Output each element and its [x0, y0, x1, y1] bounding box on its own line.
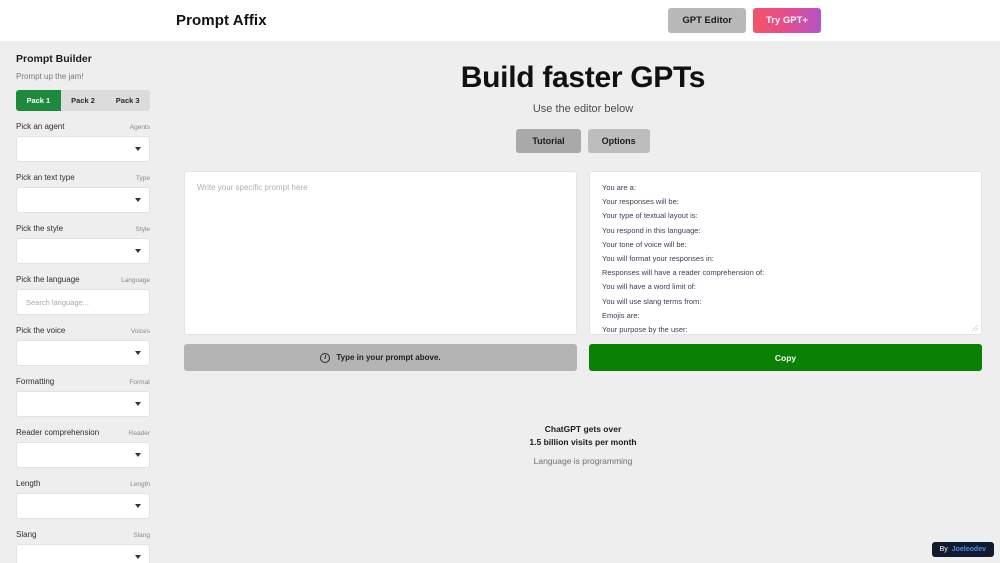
output-column: You are a: Your responses will be: Your …: [589, 171, 982, 371]
output-line: You are a:: [602, 183, 636, 192]
pack-tab-3[interactable]: Pack 3: [105, 90, 150, 111]
output-line: Your purpose by the user:: [602, 325, 688, 335]
field-label-language: Pick the language: [16, 275, 80, 284]
chevron-down-icon: [135, 453, 141, 457]
chevron-down-icon: [135, 249, 141, 253]
field-tag-language: Language: [121, 277, 150, 284]
chevron-down-icon: [135, 402, 141, 406]
main-content: Build faster GPTs Use the editor below T…: [166, 41, 1000, 563]
field-length: Length Length: [16, 479, 150, 519]
pack-tab-2[interactable]: Pack 2: [61, 90, 106, 111]
chevron-down-icon: [135, 147, 141, 151]
field-tag-voice: Voices: [130, 328, 150, 335]
copy-button[interactable]: Copy: [589, 344, 982, 371]
app-brand-title: Prompt Affix: [176, 12, 267, 29]
field-voice: Pick the voice Voices: [16, 326, 150, 366]
sidebar-title: Prompt Builder: [16, 53, 92, 65]
field-language: Pick the language Language: [16, 275, 150, 315]
chevron-down-icon: [135, 198, 141, 202]
field-tag-agent: Agents: [129, 124, 150, 131]
field-agent: Pick an agent Agents: [16, 122, 150, 162]
output-line: Emojis are:: [602, 310, 640, 320]
editor-row: i Type in your prompt above. You are a: …: [176, 171, 990, 371]
hero-button-group: Tutorial Options: [176, 129, 990, 153]
field-label-agent: Pick an agent: [16, 122, 65, 131]
output-line: Responses will have a reader comprehensi…: [602, 268, 765, 278]
tutorial-button[interactable]: Tutorial: [516, 129, 581, 153]
generated-prompt-output[interactable]: You are a: Your responses will be: Your …: [589, 171, 982, 335]
field-label-formatting: Formatting: [16, 377, 55, 386]
field-formatting: Formatting Format: [16, 377, 150, 417]
prompt-hint-button[interactable]: i Type in your prompt above.: [184, 344, 577, 371]
field-label-reader-comprehension: Reader comprehension: [16, 428, 100, 437]
try-gpt-plus-button[interactable]: Try GPT+: [753, 8, 821, 33]
header-actions: GPT Editor Try GPT+: [668, 8, 821, 33]
field-label-voice: Pick the voice: [16, 326, 66, 335]
agent-select[interactable]: [16, 136, 150, 162]
info-icon: i: [320, 352, 331, 363]
field-tag-text-type: Type: [135, 175, 150, 182]
stat-line-1: ChatGPT gets over: [544, 424, 622, 434]
prompt-hint-label: Type in your prompt above.: [336, 353, 441, 362]
page-body: Prompt Builder Prompt up the jam! Pack 1…: [0, 41, 1000, 563]
field-tag-formatting: Format: [129, 379, 150, 386]
credit-author-link[interactable]: Joeleodev: [952, 546, 986, 553]
field-label-text-type: Pick an text type: [16, 173, 75, 182]
field-label-style: Pick the style: [16, 224, 64, 233]
output-line: Your responses will be:: [602, 197, 679, 207]
chevron-down-icon: [135, 555, 141, 559]
stat-line-2: 1.5 billion visits per month: [529, 436, 637, 447]
top-header-bar: Prompt Affix GPT Editor Try GPT+: [0, 0, 1000, 41]
credit-prefix: By: [939, 546, 948, 553]
field-label-slang: Slang: [16, 530, 37, 539]
voice-select[interactable]: [16, 340, 150, 366]
field-reader-comprehension: Reader comprehension Reader: [16, 428, 150, 468]
output-line: You will use slang terms from:: [602, 296, 702, 306]
field-text-type: Pick an text type Type: [16, 173, 150, 213]
output-line: Your type of textual layout is:: [602, 211, 698, 221]
credit-badge[interactable]: By Joeleodev: [931, 542, 994, 557]
field-tag-reader-comprehension: Reader: [128, 430, 150, 437]
field-tag-style: Style: [135, 226, 150, 233]
prompt-builder-sidebar: Prompt Builder Prompt up the jam! Pack 1…: [0, 41, 166, 563]
chevron-down-icon: [135, 504, 141, 508]
pack-tab-group: Pack 1 Pack 2 Pack 3: [16, 90, 150, 111]
page-title: Build faster GPTs: [460, 61, 706, 94]
formatting-select[interactable]: [16, 391, 150, 417]
field-slang: Slang Slang: [16, 530, 150, 563]
pack-tab-1[interactable]: Pack 1: [16, 90, 61, 111]
page-subtitle: Use the editor below: [532, 103, 634, 115]
slang-select[interactable]: [16, 544, 150, 563]
field-tag-length: Length: [130, 481, 150, 488]
output-line: You will format your responses in:: [602, 254, 714, 264]
reader-comprehension-select[interactable]: [16, 442, 150, 468]
chevron-down-icon: [135, 351, 141, 355]
text-type-select[interactable]: [16, 187, 150, 213]
gpt-editor-button[interactable]: GPT Editor: [668, 8, 747, 33]
output-line: You respond in this language:: [602, 225, 701, 235]
resize-handle-icon[interactable]: [971, 324, 979, 332]
language-search-wrapper[interactable]: [16, 289, 150, 315]
prompt-column: i Type in your prompt above.: [184, 171, 577, 371]
style-select[interactable]: [16, 238, 150, 264]
language-search-input[interactable]: [26, 297, 140, 307]
options-button[interactable]: Options: [587, 129, 650, 153]
length-select[interactable]: [16, 493, 150, 519]
output-line: Your tone of voice will be:: [602, 239, 687, 249]
sidebar-subtitle: Prompt up the jam!: [16, 72, 84, 81]
prompt-input[interactable]: [184, 171, 577, 335]
stats-block: ChatGPT gets over 1.5 billion visits per…: [176, 423, 990, 466]
field-label-length: Length: [16, 479, 41, 488]
stat-tagline: Language is programming: [533, 456, 633, 466]
field-style: Pick the style Style: [16, 224, 150, 264]
field-tag-slang: Slang: [133, 532, 150, 539]
output-line: You will have a word limit of:: [602, 282, 696, 292]
